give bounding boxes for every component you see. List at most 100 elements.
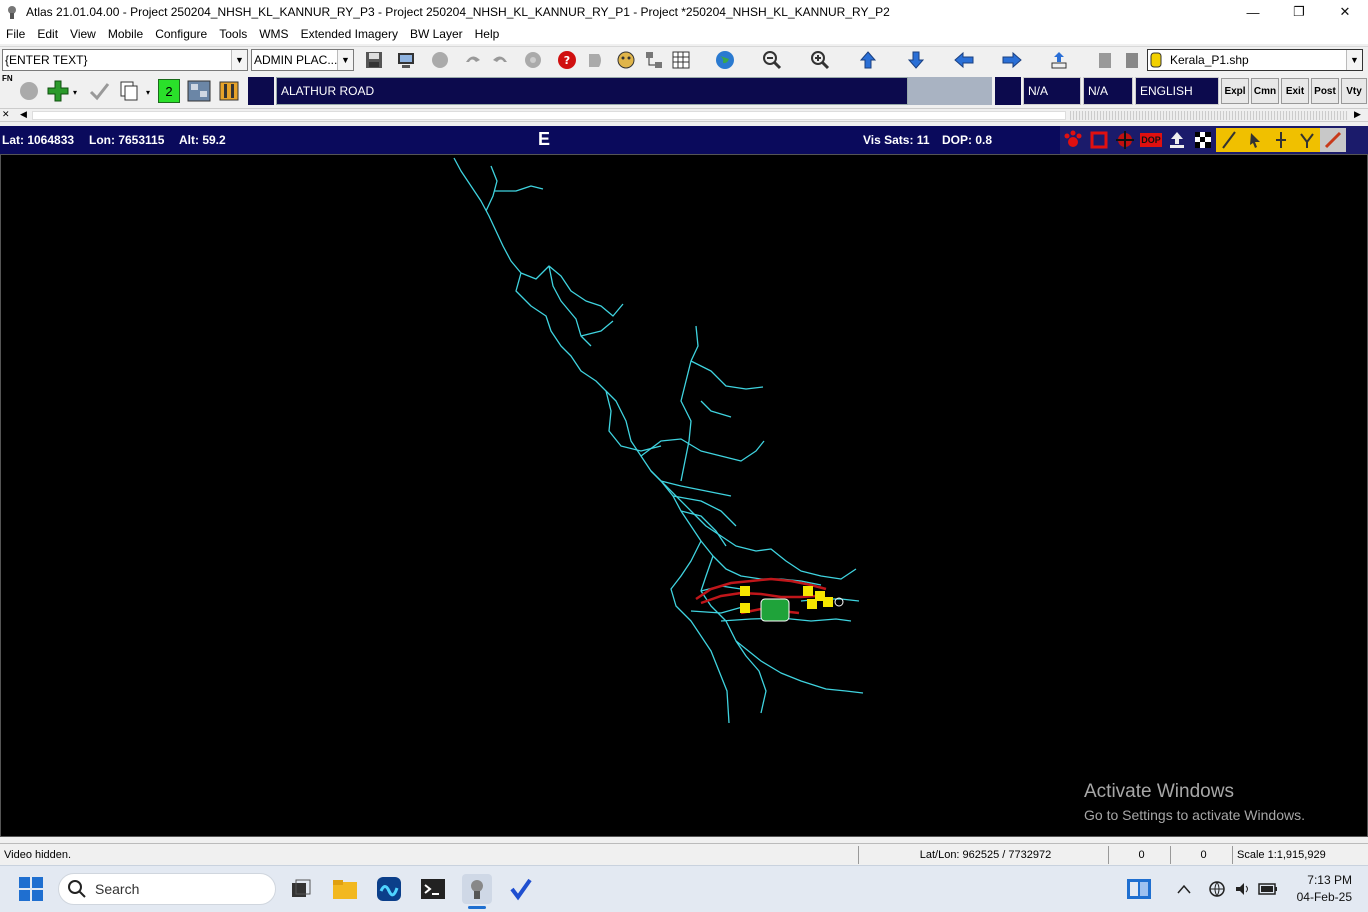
terminal-icon[interactable]	[418, 874, 448, 904]
square-stop-icon[interactable]	[1086, 128, 1112, 152]
zoom-in-icon[interactable]	[808, 48, 832, 72]
add-dropdown-icon[interactable]: ▾	[73, 88, 77, 97]
menu-configure[interactable]: Configure	[149, 24, 213, 44]
globe-icon[interactable]	[713, 48, 737, 72]
pan-left-icon[interactable]	[952, 48, 976, 72]
check-icon[interactable]	[86, 78, 112, 104]
checkmark-app-icon[interactable]	[506, 874, 536, 904]
horizontal-scrollbar[interactable]: ✕ ◀ ▶	[0, 108, 1368, 122]
menu-extended-imagery[interactable]: Extended Imagery	[295, 24, 404, 44]
chevron-up-icon[interactable]	[1174, 874, 1194, 904]
line-tool-icon[interactable]	[1216, 128, 1242, 152]
post-button[interactable]: Post	[1311, 78, 1339, 104]
task-view-icon[interactable]	[285, 874, 315, 904]
monitor-icon[interactable]	[394, 48, 418, 72]
system-clock[interactable]: 7:13 PM 04-Feb-25	[1297, 872, 1352, 906]
grid-icon[interactable]	[669, 48, 693, 72]
layer-combo[interactable]: Kerala_P1.shp ▼	[1147, 49, 1363, 71]
scroll-left-icon[interactable]: ◀	[20, 109, 27, 120]
taskbar-search[interactable]: Search	[58, 873, 276, 905]
count-badge[interactable]: 2	[158, 79, 180, 103]
status-bar: Video hidden. Lat/Lon: 962525 / 7732972 …	[0, 843, 1368, 865]
copy-icon[interactable]	[116, 78, 142, 104]
menu-wms[interactable]: WMS	[253, 24, 294, 44]
shape-disabled-icon[interactable]	[583, 48, 607, 72]
scrollbar-thumb[interactable]	[32, 111, 1066, 120]
poi-marker[interactable]	[807, 599, 817, 609]
network-globe-icon[interactable]	[1206, 874, 1228, 904]
language-field[interactable]: ENGLISH	[1135, 77, 1219, 105]
road-segment	[515, 272, 822, 586]
help-icon[interactable]: ?	[555, 48, 579, 72]
save-icon[interactable]	[362, 48, 386, 72]
erase-tool-icon[interactable]	[1320, 128, 1346, 152]
poi-marker[interactable]	[823, 597, 833, 607]
survey-track	[700, 591, 817, 605]
battery-icon[interactable]	[1256, 874, 1280, 904]
target-icon[interactable]	[1112, 128, 1138, 152]
vty-button[interactable]: Vty	[1341, 78, 1367, 104]
pan-right-icon[interactable]	[1000, 48, 1024, 72]
undo-icon[interactable]	[461, 48, 485, 72]
admin-place-combo[interactable]: ADMIN PLAC... ▼	[251, 49, 354, 71]
menu-tools[interactable]: Tools	[213, 24, 253, 44]
menu-view[interactable]: View	[64, 24, 102, 44]
menu-help[interactable]: Help	[469, 24, 506, 44]
field-b[interactable]: N/A	[1083, 77, 1133, 105]
app-wave-icon[interactable]	[374, 874, 404, 904]
zoom-out-icon[interactable]	[760, 48, 784, 72]
layer-a-icon[interactable]	[1093, 48, 1117, 72]
minimize-button[interactable]: —	[1230, 0, 1276, 24]
merge-tool-icon[interactable]	[1294, 128, 1320, 152]
expl-button[interactable]: Expl	[1221, 78, 1249, 104]
pan-up-icon[interactable]	[856, 48, 880, 72]
maximize-button[interactable]: ❐	[1276, 0, 1322, 24]
widgets-icon[interactable]	[1124, 874, 1154, 904]
poi-marker[interactable]	[740, 586, 750, 596]
scroll-right-icon[interactable]: ▶	[1354, 109, 1361, 120]
checker-flag-icon[interactable]	[1190, 128, 1216, 152]
vehicle-position-icon[interactable]	[760, 598, 790, 622]
chevron-down-icon[interactable]: ▼	[337, 50, 353, 70]
split-tool-icon[interactable]	[1268, 128, 1294, 152]
chevron-down-icon[interactable]: ▼	[1346, 50, 1362, 70]
windows-start-icon[interactable]	[16, 874, 46, 904]
menu-edit[interactable]: Edit	[31, 24, 64, 44]
chevron-down-icon[interactable]: ▼	[231, 50, 247, 70]
redo-icon[interactable]	[488, 48, 512, 72]
poi-marker[interactable]	[740, 603, 750, 613]
menu-bw-layer[interactable]: BW Layer	[404, 24, 469, 44]
atlas-taskbar-icon[interactable]	[462, 874, 492, 904]
poi-marker[interactable]	[803, 586, 813, 596]
secondary-toolbar: FN ▾ ▾ 2 ALATHUR ROAD N/A N/A ENGLISH Ex…	[0, 74, 1368, 108]
columns-icon[interactable]	[216, 78, 242, 104]
add-icon[interactable]	[44, 78, 72, 104]
layer-b-icon[interactable]	[1120, 48, 1144, 72]
export-icon[interactable]	[1047, 48, 1071, 72]
image-tool-icon[interactable]	[185, 78, 213, 104]
exit-button[interactable]: Exit	[1281, 78, 1309, 104]
pointer-tool-icon[interactable]	[1242, 128, 1268, 152]
stop-disabled-icon[interactable]	[428, 48, 452, 72]
menu-file[interactable]: File	[0, 24, 31, 44]
close-button[interactable]: ✕	[1322, 0, 1368, 24]
file-explorer-icon[interactable]	[330, 874, 360, 904]
cmn-button[interactable]: Cmn	[1251, 78, 1279, 104]
copy-dropdown-icon[interactable]: ▾	[146, 88, 150, 97]
upload-icon[interactable]	[1164, 128, 1190, 152]
enter-text-combo[interactable]: {ENTER TEXT} ▼	[2, 49, 248, 71]
field-a[interactable]: N/A	[1023, 77, 1081, 105]
volume-icon[interactable]	[1232, 874, 1254, 904]
gear-disabled-icon[interactable]	[521, 48, 545, 72]
pan-down-icon[interactable]	[904, 48, 928, 72]
scrollbar-track[interactable]	[1070, 111, 1348, 120]
close-small-icon[interactable]: ✕	[2, 109, 10, 120]
paw-icon[interactable]	[1060, 128, 1086, 152]
face-icon[interactable]	[614, 48, 638, 72]
record-disabled-icon[interactable]	[16, 78, 42, 104]
road-name-field[interactable]: ALATHUR ROAD	[276, 77, 908, 105]
network-icon[interactable]	[642, 48, 666, 72]
map-canvas[interactable]: Activate Windows Go to Settings to activ…	[0, 154, 1368, 837]
menu-mobile[interactable]: Mobile	[102, 24, 149, 44]
dop-icon[interactable]: DOP	[1138, 128, 1164, 152]
